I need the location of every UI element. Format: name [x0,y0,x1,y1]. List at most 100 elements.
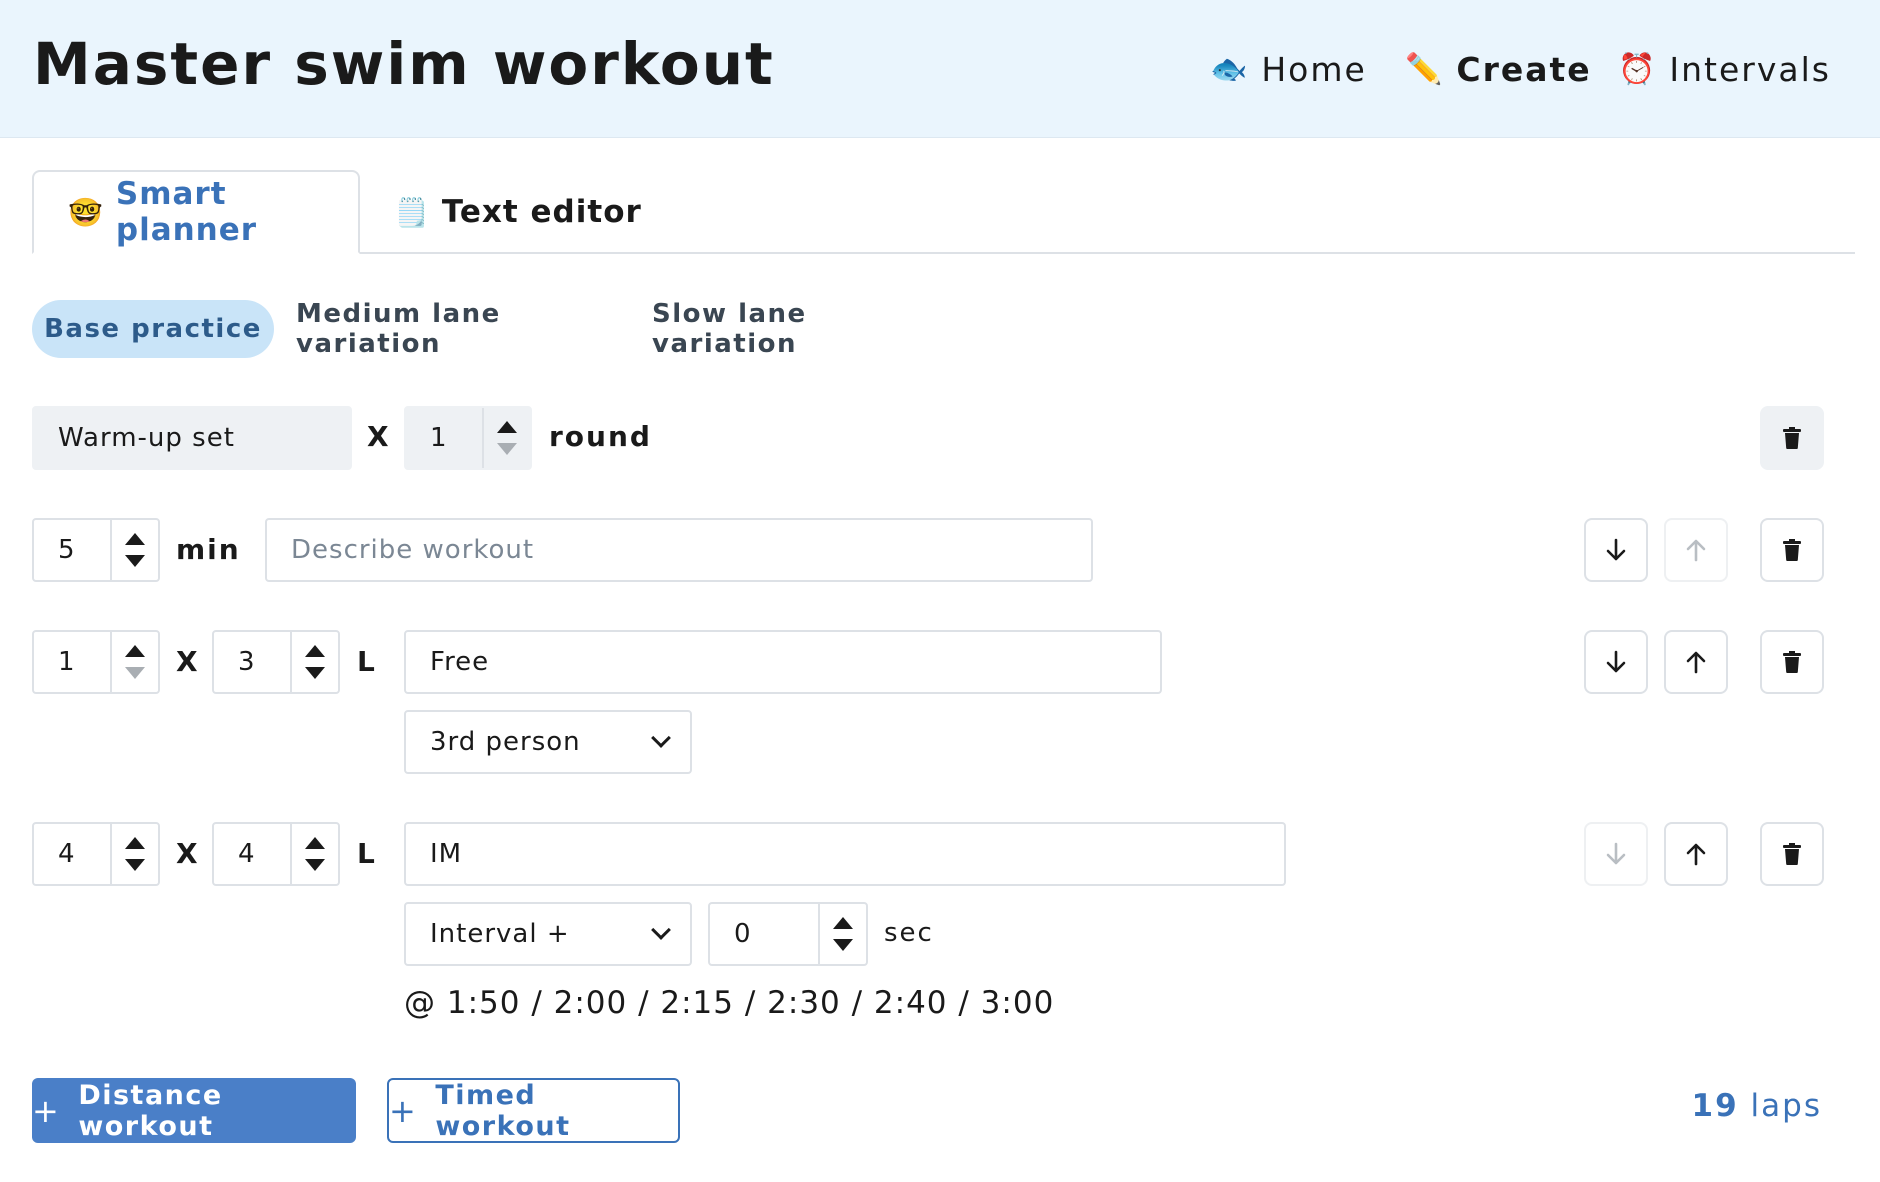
laps-unit-label: L [357,837,377,870]
chevron-down-icon [651,920,671,940]
laps-value: 4 [238,839,256,869]
rounds-stepper[interactable]: 1 [404,406,532,470]
chevron-down-icon [651,728,671,748]
total-laps-count: 19 [1691,1088,1739,1124]
rounds-value: 1 [430,423,448,453]
reps-spinner[interactable] [110,824,158,884]
nav-home[interactable]: 🐟 Home [1210,44,1367,94]
arrow-up-icon [1686,539,1706,562]
decrement-icon[interactable] [125,555,145,567]
increment-icon[interactable] [305,645,325,657]
move-up-button[interactable] [1664,822,1728,886]
add-distance-workout-label: Distance workout [78,1079,223,1142]
tab-smart-planner-label: Smart planner [115,176,258,248]
minutes-value: 5 [58,535,76,565]
reps-times-label: X [176,645,200,678]
plus-icon: + [389,1091,418,1130]
total-laps: 19 laps [1692,1088,1822,1124]
arrow-down-icon [1606,650,1626,673]
arrow-down-icon [1606,842,1626,865]
reps-spinner[interactable] [110,632,158,692]
plus-icon: + [32,1091,61,1130]
seconds-unit-label: sec [884,918,934,948]
laps-spinner[interactable] [290,632,338,692]
set-name-value: Warm-up set [58,423,235,453]
increment-icon[interactable] [833,917,853,929]
decrement-icon[interactable] [497,443,517,455]
nav-intervals-label: Intervals [1669,49,1831,89]
alarm-clock-icon: ⏰ [1618,51,1658,87]
move-down-button[interactable] [1584,822,1648,886]
stroke-description-value: Free [430,647,490,677]
pace-select-value: 3rd person [430,727,581,757]
reps-stepper[interactable]: 1 [32,630,160,694]
trash-icon [1783,427,1801,449]
describe-workout-placeholder: Describe workout [291,535,535,565]
minutes-stepper[interactable]: 5 [32,518,160,582]
variation-base-practice[interactable]: Base practice [32,300,274,358]
delete-row-button[interactable] [1760,630,1824,694]
move-down-button[interactable] [1584,518,1648,582]
arrow-up-icon [1686,651,1706,674]
increment-icon[interactable] [305,837,325,849]
decrement-icon[interactable] [125,859,145,871]
move-up-button[interactable] [1664,518,1728,582]
notepad-icon: 🗒️ [394,195,430,229]
increment-icon[interactable] [497,421,517,433]
rounds-spinner[interactable] [482,408,530,468]
increment-icon[interactable] [125,533,145,545]
pencil-icon: ✏️ [1405,51,1445,87]
delete-set-button[interactable] [1760,406,1824,470]
nav-create[interactable]: ✏️ Create [1405,44,1592,94]
increment-icon[interactable] [125,645,145,657]
move-down-button[interactable] [1584,630,1648,694]
nav-intervals[interactable]: ⏰ Intervals [1618,44,1831,94]
describe-workout-input[interactable]: Describe workout [265,518,1093,582]
decrement-icon[interactable] [125,667,145,679]
seconds-spinner[interactable] [818,904,866,964]
arrow-up-icon [1686,843,1706,866]
stroke-description-input[interactable]: Free [404,630,1162,694]
minutes-spinner[interactable] [110,520,158,580]
interval-times: @ 1:50 / 2:00 / 2:15 / 2:30 / 2:40 / 3:0… [404,985,1055,1021]
move-up-button[interactable] [1664,630,1728,694]
seconds-stepper[interactable]: 0 [708,902,868,966]
variation-medium-lane[interactable]: Medium lane variation [296,299,614,359]
laps-stepper[interactable]: 4 [212,822,340,886]
reps-stepper[interactable]: 4 [32,822,160,886]
nav-home-label: Home [1261,49,1367,89]
variation-slow-lane[interactable]: Slow lane variation [652,299,938,359]
reps-value: 1 [58,647,76,677]
tab-text-editor-label: Text editor [441,194,642,230]
laps-unit-label: L [357,645,377,678]
add-timed-workout-label: Timed workout [435,1079,571,1142]
set-name-field[interactable]: Warm-up set [32,406,352,470]
tab-text-editor[interactable]: 🗒️ Text editor [394,170,642,254]
seconds-value: 0 [734,919,752,949]
trash-icon [1783,651,1801,673]
delete-row-button[interactable] [1760,822,1824,886]
add-distance-workout-button[interactable]: + Distance workout [32,1078,356,1143]
tab-smart-planner[interactable]: 🤓 Smart planner [32,170,360,254]
set-times-label: X [367,420,391,453]
interval-mode-select[interactable]: Interval + [404,902,692,966]
laps-stepper[interactable]: 3 [212,630,340,694]
trash-icon [1783,843,1801,865]
add-timed-workout-button[interactable]: + Timed workout [387,1078,680,1143]
app-header: Master swim workout 🐟 Home ✏️ Create ⏰ I… [0,0,1880,138]
decrement-icon[interactable] [305,859,325,871]
stroke-description-value: IM [430,839,463,869]
reps-times-label: X [176,837,200,870]
decrement-icon[interactable] [833,939,853,951]
total-laps-unit: laps [1750,1088,1822,1124]
delete-row-button[interactable] [1760,518,1824,582]
increment-icon[interactable] [125,837,145,849]
interval-mode-value: Interval + [430,919,570,949]
pace-select[interactable]: 3rd person [404,710,692,774]
fish-icon: 🐟 [1210,51,1250,87]
laps-spinner[interactable] [290,824,338,884]
stroke-description-input[interactable]: IM [404,822,1286,886]
decrement-icon[interactable] [305,667,325,679]
arrow-down-icon [1606,538,1626,561]
reps-value: 4 [58,839,76,869]
